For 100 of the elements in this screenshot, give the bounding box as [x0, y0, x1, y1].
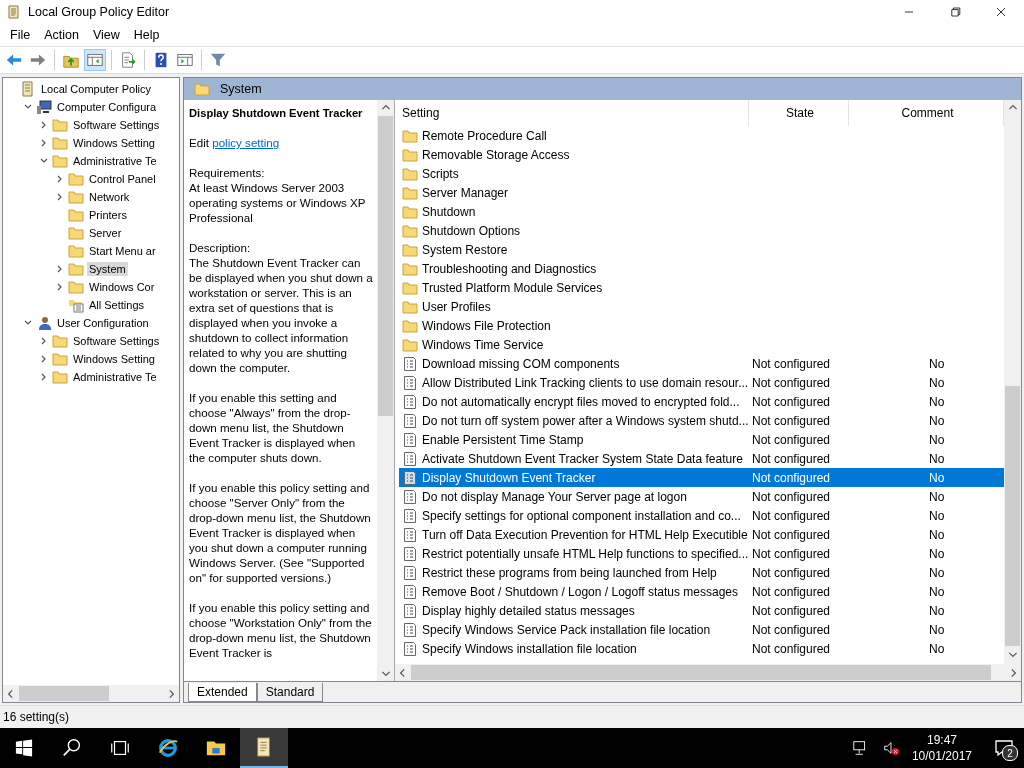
folder-icon	[402, 127, 418, 144]
column-header[interactable]: State	[749, 100, 849, 126]
menu-item[interactable]: Action	[38, 26, 85, 44]
setting-name: Enable Persistent Time Stamp	[422, 432, 584, 447]
column-header[interactable]: Setting	[399, 100, 749, 126]
folder-icon	[402, 165, 418, 182]
table-row[interactable]: Shutdown	[399, 202, 1004, 221]
vertical-scrollbar[interactable]	[377, 100, 394, 681]
tree-item[interactable]: System	[87, 262, 128, 276]
table-row[interactable]: Do not turn off system power after a Windows system shutd... Not configured No	[399, 411, 1004, 430]
table-row[interactable]: Do not automatically encrypt files moved to encrypted fold... Not configured No	[399, 392, 1004, 411]
tree-item[interactable]: Local Computer Policy	[39, 82, 154, 96]
setting-name: Display Shutdown Event Tracker	[422, 470, 596, 485]
table-row[interactable]: Turn off Data Execution Prevention for HTML Help Executible Not configured No	[399, 525, 1004, 544]
setting-name: Shutdown Options	[422, 223, 521, 238]
document-list-icon	[402, 412, 418, 429]
clock[interactable]: 19:47 10/01/2017	[911, 732, 972, 764]
folder-icon	[402, 260, 418, 277]
view-tab[interactable]: Standard	[256, 683, 324, 702]
folder-icon	[68, 207, 84, 223]
table-row[interactable]: Windows File Protection	[399, 316, 1004, 335]
tree-item[interactable]: Server	[87, 226, 124, 240]
document-list-icon	[402, 640, 418, 657]
tree-item[interactable]: Windows Setting	[71, 136, 157, 150]
tree-item[interactable]: All Settings	[87, 298, 147, 312]
comment-text: No	[929, 508, 945, 523]
vertical-scrollbar[interactable]	[1004, 100, 1021, 664]
table-row[interactable]: Download missing COM components Not configured No	[399, 354, 1004, 373]
tree-item[interactable]: Printers	[87, 208, 129, 222]
clock-time: 19:47	[926, 732, 957, 748]
clock-date: 10/01/2017	[911, 748, 972, 764]
taskbar-button[interactable]	[240, 728, 288, 768]
policy-setting-link[interactable]: policy setting	[212, 136, 280, 149]
tree-item[interactable]: Network	[87, 190, 132, 204]
state-text: Not configured	[752, 356, 831, 371]
tree-item[interactable]: Software Settings	[71, 334, 162, 348]
comment-text: No	[929, 356, 945, 371]
tree-item[interactable]: Windows Cor	[87, 280, 157, 294]
scrollbar-thumb[interactable]	[411, 665, 991, 680]
console-tree-button[interactable]	[84, 49, 106, 71]
scrollbar-thumb[interactable]	[1005, 386, 1020, 646]
table-row[interactable]: Trusted Platform Module Services	[399, 278, 1004, 297]
tree-item[interactable]: Computer Configura	[55, 100, 159, 114]
state-text: Not configured	[752, 565, 831, 580]
view-tab[interactable]: Extended	[188, 683, 257, 702]
table-row[interactable]: Scripts	[399, 164, 1004, 183]
table-row[interactable]: User Profiles	[399, 297, 1004, 316]
setting-name: Troubleshooting and Diagnostics	[422, 261, 597, 276]
table-row[interactable]: System Restore	[399, 240, 1004, 259]
speech-bubble-icon	[994, 738, 1014, 758]
search-icon	[61, 737, 83, 759]
comment-text: No	[929, 565, 945, 580]
horizontal-scrollbar[interactable]	[3, 685, 179, 702]
tree-item[interactable]: Windows Setting	[71, 352, 157, 366]
table-row[interactable]: Remote Procedure Call	[399, 126, 1004, 145]
table-row[interactable]: Troubleshooting and Diagnostics	[399, 259, 1004, 278]
table-row[interactable]: Do not display Manage Your Server page at logon Not configured No	[399, 487, 1004, 506]
description-paragraph: If you enable this policy setting and choose "Workstation Only" from the drop-down menu list, the Shutdown Event Tracker is	[189, 600, 373, 660]
setting-name: Specify Windows installation file location	[422, 641, 637, 656]
horizontal-scrollbar[interactable]	[395, 664, 1021, 681]
menu-item[interactable]: View	[86, 26, 126, 44]
table-row[interactable]: Display highly detailed status messages Not configured No	[399, 601, 1004, 620]
description-paragraph: If you enable this setting and choose "Always" from the drop-down menu list, the Shutdown Event Tracker is displayed when the computer shuts down.	[189, 390, 357, 465]
table-row[interactable]: Activate Shutdown Event Tracker System State Data feature Not configured No	[399, 449, 1004, 468]
folder-icon	[402, 241, 418, 258]
tree-item[interactable]: Start Menu ar	[87, 244, 158, 258]
setting-name: Download missing COM components	[422, 356, 620, 371]
table-row[interactable]: Display Shutdown Event Tracker Not configured No	[399, 468, 1004, 487]
tree-item[interactable]: User Configuration	[55, 316, 151, 330]
table-row[interactable]: Remove Boot / Shutdown / Logon / Logoff status messages Not configured No	[399, 582, 1004, 601]
setting-name: Display highly detailed status messages	[422, 603, 635, 618]
table-row[interactable]: Restrict potentially unsafe HTML Help functions to specified... Not configured No	[399, 544, 1004, 563]
table-row[interactable]: Allow Distributed Link Tracking clients to use domain resour... Not configured No	[399, 373, 1004, 392]
table-row[interactable]: Restrict these programs from being launched from Help Not configured No	[399, 563, 1004, 582]
tree-item[interactable]: Administrative Te	[71, 154, 159, 168]
table-row[interactable]: Server Manager	[399, 183, 1004, 202]
scrollbar-thumb[interactable]	[378, 116, 393, 416]
folder-icon	[68, 261, 84, 277]
table-row[interactable]: Removable Storage Access	[399, 145, 1004, 164]
tree-item[interactable]: Software Settings	[71, 118, 162, 132]
menu-item[interactable]: Help	[127, 26, 166, 44]
scrollbar-thumb[interactable]	[19, 686, 109, 701]
document-list-icon	[402, 374, 418, 391]
notifications-button[interactable]: 2	[984, 728, 1024, 768]
table-row[interactable]: Specify Windows installation file location Not configured No	[399, 639, 1004, 658]
tree-item[interactable]: Administrative Te	[71, 370, 159, 384]
setting-name: Do not turn off system power after a Windows system shutd...	[422, 413, 749, 428]
setting-name: Windows Time Service	[422, 337, 544, 352]
setting-name: Removable Storage Access	[422, 147, 570, 162]
state-text: Not configured	[752, 584, 831, 599]
muted-speaker-icon[interactable]	[881, 739, 900, 757]
tree-item[interactable]: Control Panel	[87, 172, 158, 186]
menu-item[interactable]: File	[4, 26, 37, 44]
table-row[interactable]: Specify Windows Service Pack installation file location Not configured No	[399, 620, 1004, 639]
document-list-icon	[402, 526, 418, 543]
table-row[interactable]: Windows Time Service	[399, 335, 1004, 354]
table-row[interactable]: Specify settings for optional component installation and co... Not configured No	[399, 506, 1004, 525]
table-row[interactable]: Shutdown Options	[399, 221, 1004, 240]
table-row[interactable]: Enable Persistent Time Stamp Not configured No	[399, 430, 1004, 449]
user-icon	[36, 315, 52, 331]
